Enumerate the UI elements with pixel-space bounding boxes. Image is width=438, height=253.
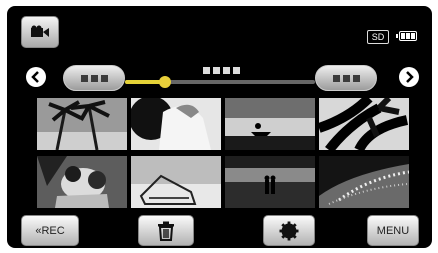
chevron-left-icon [31, 71, 39, 83]
previous-page-button[interactable] [26, 67, 46, 87]
timeline-knob[interactable] [158, 76, 171, 88]
chevron-right-icon [406, 71, 414, 83]
date-label [203, 67, 240, 74]
sd-card-icon: SD [367, 30, 389, 44]
trash-icon [158, 221, 174, 241]
timeline-slider[interactable] [125, 76, 315, 88]
thumbnail-beach-chair[interactable] [131, 156, 221, 208]
thumbnail-couple-hugging[interactable] [37, 156, 127, 208]
camera-icon [31, 25, 49, 37]
gear-icon [279, 221, 299, 240]
delete-button[interactable] [138, 215, 194, 246]
thumbnail-sea-sparkle[interactable] [319, 156, 409, 208]
next-date-button[interactable] [315, 65, 377, 91]
thumbnail-grid [37, 98, 409, 208]
thumbnail-boat-at-sunset[interactable] [225, 98, 315, 150]
thumbnail-palm-leaves[interactable] [319, 98, 409, 150]
rec-mode-button[interactable]: «REC [21, 215, 79, 246]
menu-button[interactable]: MENU [367, 215, 419, 246]
video-mode-button[interactable] [21, 16, 59, 48]
thumbnail-palm-trees[interactable] [37, 98, 127, 150]
next-page-button[interactable] [399, 67, 419, 87]
thumbnail-couple-on-shore[interactable] [225, 156, 315, 208]
battery-icon [396, 31, 417, 41]
thumbnail-woman-on-beach[interactable] [131, 98, 221, 150]
settings-button[interactable] [263, 215, 315, 246]
screen: SD «REC MENU [7, 6, 432, 248]
previous-date-button[interactable] [63, 65, 125, 91]
